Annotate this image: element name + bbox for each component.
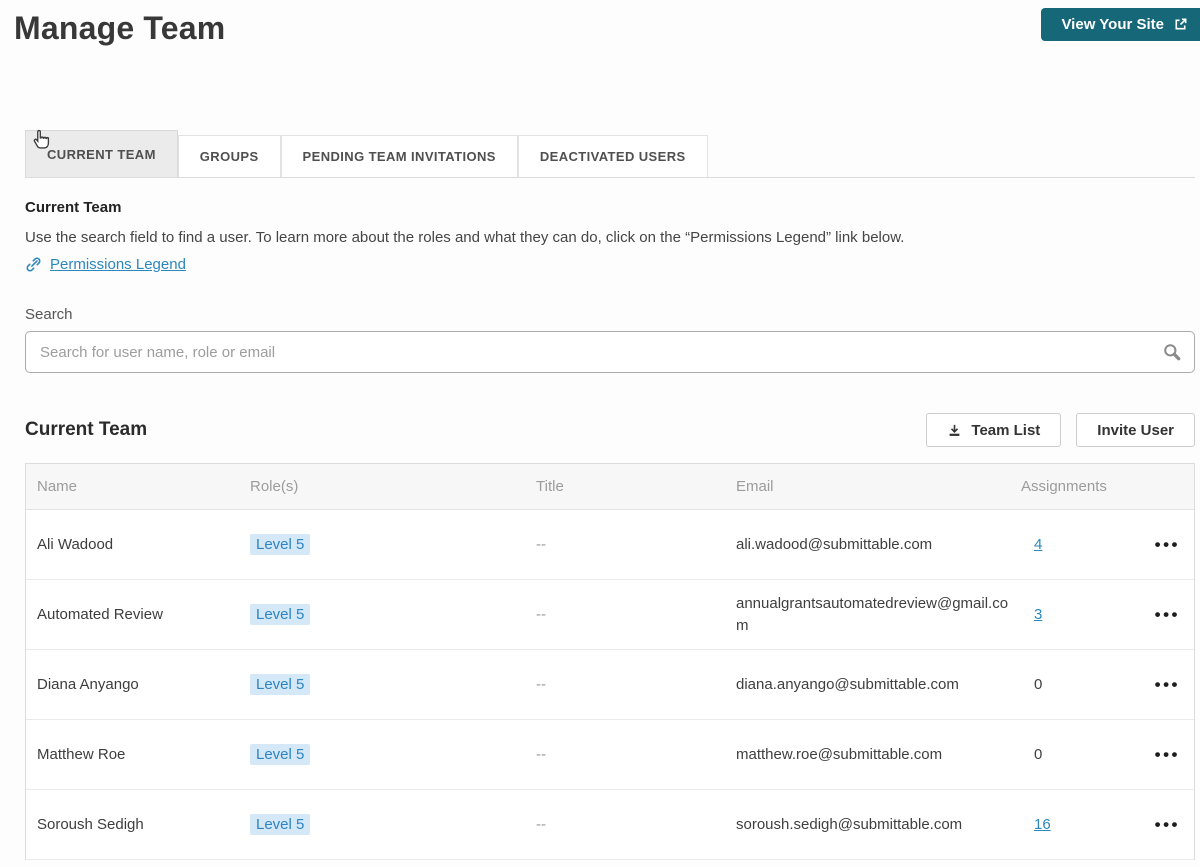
- page-title: Manage Team: [14, 10, 226, 46]
- team-list-label: Team List: [971, 421, 1041, 439]
- search-icon: [1164, 344, 1181, 361]
- user-title: --: [536, 606, 546, 623]
- permissions-legend-row: Permissions Legend: [25, 256, 1195, 273]
- team-section-title: Current Team: [25, 419, 148, 440]
- team-table: Name Role(s) Title Email Assignments Ali…: [25, 463, 1195, 860]
- intro-description: Use the search field to find a user. To …: [25, 229, 905, 246]
- role-badge: Level 5: [250, 534, 311, 555]
- external-link-icon: [1175, 18, 1187, 30]
- team-list-button[interactable]: Team List: [926, 413, 1062, 447]
- user-title: --: [536, 746, 546, 763]
- tab-bar: CURRENT TEAM GROUPS PENDING TEAM INVITAT…: [25, 129, 1195, 178]
- user-name: Automated Review: [37, 606, 163, 623]
- view-your-site-label: View Your Site: [1061, 16, 1164, 33]
- view-your-site-button[interactable]: View Your Site: [1041, 8, 1200, 41]
- user-email: soroush.sedigh@submittable.com: [736, 815, 963, 833]
- invite-user-label: Invite User: [1097, 421, 1174, 439]
- column-header-roles: Role(s): [250, 478, 299, 495]
- table-row: Soroush Sedigh Level 5 -- soroush.sedigh…: [26, 790, 1194, 860]
- table-header-row: Name Role(s) Title Email Assignments: [26, 464, 1194, 510]
- team-section-actions: Team List Invite User: [926, 413, 1195, 447]
- table-row: Matthew Roe Level 5 -- matthew.roe@submi…: [26, 720, 1194, 790]
- assignments-count: 0: [1034, 676, 1043, 693]
- role-badge: Level 5: [250, 604, 311, 625]
- user-name: Matthew Roe: [37, 746, 126, 763]
- table-row: Diana Anyango Level 5 -- diana.anyango@s…: [26, 650, 1194, 720]
- assignments-count: 0: [1034, 746, 1043, 763]
- row-menu-icon[interactable]: •••: [1155, 746, 1180, 763]
- row-menu-icon[interactable]: •••: [1155, 536, 1180, 553]
- user-name: Soroush Sedigh: [37, 816, 144, 833]
- user-email: diana.anyango@submittable.com: [736, 675, 959, 693]
- user-email: ali.wadood@submittable.com: [736, 535, 933, 553]
- permissions-legend-link[interactable]: Permissions Legend: [50, 256, 186, 273]
- user-title: --: [536, 816, 546, 833]
- assignments-count-link[interactable]: 3: [1034, 606, 1042, 623]
- tab-groups[interactable]: GROUPS: [177, 135, 281, 177]
- assignments-count-link[interactable]: 16: [1034, 816, 1051, 833]
- row-menu-icon[interactable]: •••: [1155, 606, 1180, 623]
- table-row: Ali Wadood Level 5 -- ali.wadood@submitt…: [26, 510, 1194, 580]
- assignments-count-link[interactable]: 4: [1034, 536, 1042, 553]
- user-email: annualgrantsautomatedreview@gmail.com: [736, 594, 1009, 634]
- column-header-email: Email: [736, 478, 774, 495]
- role-badge: Level 5: [250, 744, 311, 765]
- row-menu-icon[interactable]: •••: [1155, 816, 1180, 833]
- tab-current-team[interactable]: CURRENT TEAM: [25, 130, 178, 177]
- user-email: matthew.roe@submittable.com: [736, 745, 943, 763]
- search-label: Search: [25, 306, 73, 323]
- tab-deactivated-users[interactable]: DEACTIVATED USERS: [517, 135, 708, 177]
- team-section-head: Current Team Team List Invite User: [25, 413, 1195, 447]
- table-row: Automated Review Level 5 -- annualgrants…: [26, 580, 1194, 650]
- user-title: --: [536, 676, 546, 693]
- main-content: CURRENT TEAM GROUPS PENDING TEAM INVITAT…: [25, 129, 1195, 860]
- user-name: Ali Wadood: [37, 536, 114, 553]
- search-input[interactable]: [25, 331, 1195, 373]
- tab-pending-team-invitations[interactable]: PENDING TEAM INVITATIONS: [280, 135, 518, 177]
- role-badge: Level 5: [250, 674, 311, 695]
- user-title: --: [536, 536, 546, 553]
- invite-user-button[interactable]: Invite User: [1076, 413, 1195, 447]
- link-icon: [26, 257, 41, 272]
- column-header-title: Title: [536, 478, 564, 495]
- download-icon: [950, 424, 960, 436]
- column-header-name: Name: [37, 478, 78, 495]
- row-menu-icon[interactable]: •••: [1155, 676, 1180, 693]
- search-field-wrap: [25, 331, 1195, 373]
- top-bar: Manage Team View Your Site: [0, 0, 1200, 54]
- column-header-assignments: Assignments: [1021, 478, 1107, 495]
- intro-heading: Current Team: [25, 199, 122, 216]
- role-badge: Level 5: [250, 814, 311, 835]
- user-name: Diana Anyango: [37, 676, 139, 693]
